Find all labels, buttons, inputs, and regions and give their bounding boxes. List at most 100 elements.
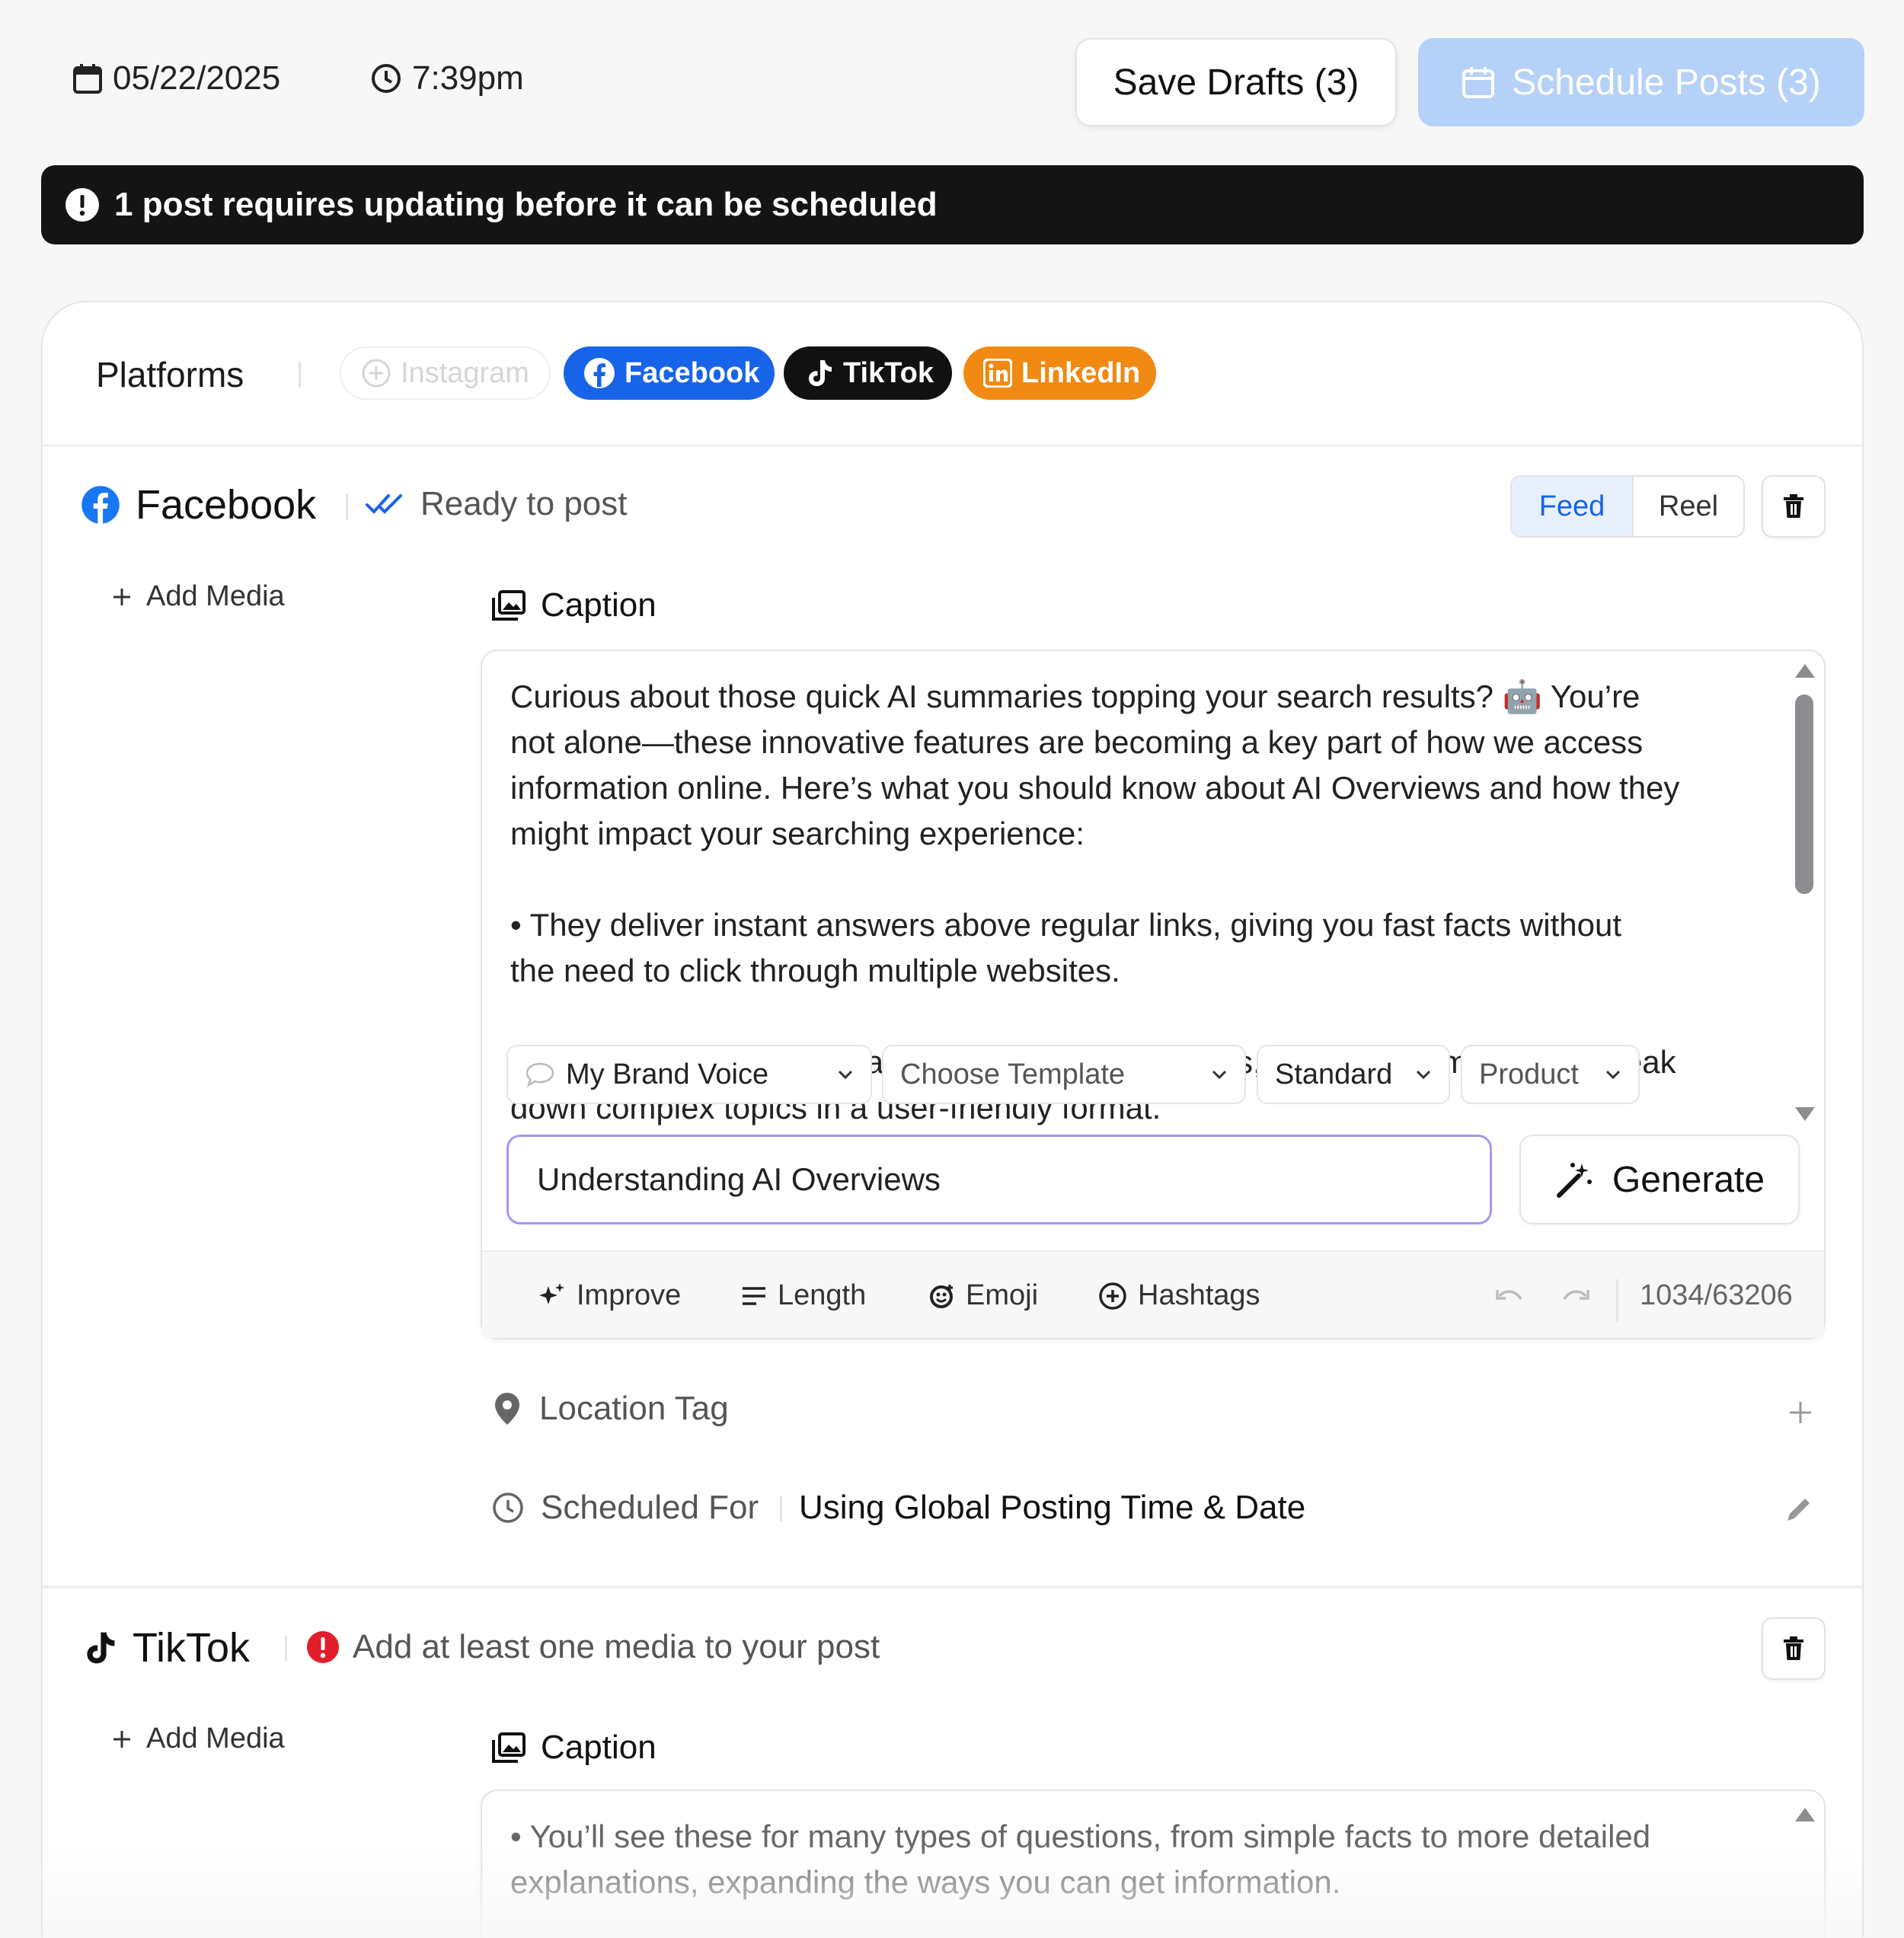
location-pin-icon — [492, 1391, 522, 1426]
undo-icon — [1495, 1285, 1525, 1308]
error-icon — [305, 1630, 340, 1665]
linkedin-icon — [983, 359, 1012, 388]
add-media-label: Add Media — [146, 580, 285, 612]
schedule-posts-label: Schedule Posts (3) — [1512, 62, 1821, 103]
location-tag-row[interactable]: Location Tag — [492, 1390, 729, 1428]
length-label: Length — [778, 1279, 867, 1311]
text-lines-icon — [741, 1285, 767, 1307]
sparkle-icon — [537, 1282, 566, 1311]
plus-icon — [111, 1729, 133, 1750]
post-type-feed[interactable]: Feed — [1512, 477, 1634, 536]
edit-schedule-button[interactable] — [1784, 1494, 1814, 1525]
chevron-down-icon — [1211, 1069, 1228, 1080]
plus-icon — [111, 586, 133, 608]
schedule-posts-button[interactable]: Schedule Posts (3) — [1418, 38, 1864, 126]
length-button[interactable]: Length — [741, 1279, 866, 1312]
add-location-button[interactable] — [1787, 1400, 1813, 1426]
topic-input[interactable]: Understanding AI Overviews — [506, 1135, 1492, 1224]
post-type-reel[interactable]: Reel — [1634, 477, 1743, 536]
add-media-button[interactable]: Add Media — [111, 1722, 285, 1755]
location-tag-label: Location Tag — [539, 1390, 729, 1427]
plus-circle-icon — [361, 358, 391, 388]
caption-label-text: Caption — [541, 586, 656, 624]
add-media-label: Add Media — [146, 1722, 285, 1754]
tiktok-section-title: TikTok — [81, 1624, 250, 1671]
divider — [346, 493, 348, 519]
facebook-section-title: Facebook — [81, 481, 316, 528]
divider — [780, 1496, 782, 1521]
improve-button[interactable]: Improve — [537, 1279, 681, 1312]
clock-icon — [492, 1492, 524, 1524]
platform-chip-facebook[interactable]: Facebook — [564, 346, 775, 400]
delete-facebook-post-button[interactable] — [1762, 475, 1826, 538]
chip-label: LinkedIn — [1021, 356, 1141, 389]
platform-chip-instagram[interactable]: Instagram — [340, 346, 551, 400]
scroll-down-arrow[interactable] — [1794, 1106, 1816, 1122]
content-type-dropdown[interactable]: Product — [1461, 1045, 1640, 1104]
dropdown-value: My Brand Voice — [566, 1058, 769, 1090]
save-drafts-button[interactable]: Save Drafts (3) — [1075, 38, 1397, 126]
time-display[interactable]: 7:39pm — [371, 59, 524, 97]
divider — [43, 445, 1862, 446]
caption-editor[interactable]: Curious about those quick AI summaries t… — [481, 650, 1826, 1339]
platform-chip-linkedin[interactable]: LinkedIn — [963, 346, 1156, 400]
alert-icon — [64, 187, 101, 223]
scroll-up-arrow[interactable] — [1794, 662, 1816, 679]
validation-alert: 1 post requires updating before it can b… — [41, 165, 1864, 244]
facebook-status: Ready to post — [366, 485, 628, 523]
chip-label: TikTok — [843, 356, 934, 389]
scheduled-for-value: Using Global Posting Time & Date — [799, 1489, 1306, 1526]
calendar-icon — [73, 63, 102, 94]
caption-scrollbar[interactable] — [1795, 694, 1813, 894]
chip-label: Instagram — [401, 356, 529, 389]
brand-voice-dropdown[interactable]: My Brand Voice — [506, 1045, 872, 1104]
plus-circle-icon — [1098, 1282, 1127, 1311]
date-display[interactable]: 05/22/2025 — [73, 59, 280, 97]
caption-label-text: Caption — [541, 1729, 656, 1766]
emoji-icon — [929, 1283, 955, 1309]
scroll-up-arrow[interactable] — [1794, 1806, 1816, 1823]
generate-button[interactable]: Generate — [1519, 1135, 1800, 1224]
chevron-down-icon — [1605, 1069, 1621, 1080]
tiktok-icon — [81, 1628, 117, 1668]
caption-label: Caption — [492, 1729, 656, 1767]
status-text: Add at least one media to your post — [353, 1628, 880, 1665]
caption-label: Caption — [492, 586, 656, 624]
facebook-icon — [81, 485, 120, 525]
improve-label: Improve — [577, 1279, 682, 1311]
plus-icon — [1787, 1400, 1813, 1426]
post-type-toggle: Feed Reel — [1510, 475, 1745, 538]
redo-icon — [1560, 1285, 1590, 1308]
undo-button[interactable] — [1495, 1285, 1525, 1308]
platform-chip-tiktok[interactable]: TikTok — [784, 346, 952, 400]
hashtags-button[interactable]: Hashtags — [1098, 1279, 1260, 1312]
emoji-button[interactable]: Emoji — [929, 1279, 1038, 1312]
dropdown-value: Standard — [1275, 1058, 1393, 1090]
add-media-button[interactable]: Add Media — [111, 580, 285, 613]
redo-button[interactable] — [1560, 1285, 1590, 1308]
divider — [1616, 1279, 1618, 1322]
dropdown-value: Choose Template — [900, 1058, 1126, 1090]
time-text: 7:39pm — [412, 59, 524, 97]
template-dropdown[interactable]: Choose Template — [882, 1045, 1246, 1104]
trash-icon — [1783, 1636, 1804, 1661]
platforms-label: Platforms — [96, 355, 244, 394]
divider — [299, 362, 301, 388]
trash-icon — [1783, 494, 1804, 519]
pencil-icon — [1784, 1494, 1814, 1525]
image-gallery-icon — [492, 1732, 526, 1763]
delete-tiktok-post-button[interactable] — [1762, 1617, 1826, 1680]
chevron-down-icon — [837, 1069, 854, 1080]
double-check-icon — [366, 491, 408, 517]
date-text: 05/22/2025 — [113, 59, 281, 97]
divider — [285, 1636, 287, 1662]
hashtags-label: Hashtags — [1138, 1279, 1260, 1311]
scheduled-for-row: Scheduled For — [492, 1489, 759, 1527]
magic-wand-icon — [1554, 1159, 1596, 1200]
dropdown-value: Product — [1479, 1058, 1579, 1090]
length-style-dropdown[interactable]: Standard — [1257, 1045, 1450, 1104]
chat-bubble-icon — [525, 1062, 555, 1087]
status-text: Ready to post — [420, 485, 628, 522]
emoji-label: Emoji — [966, 1279, 1039, 1311]
image-gallery-icon — [492, 590, 526, 621]
